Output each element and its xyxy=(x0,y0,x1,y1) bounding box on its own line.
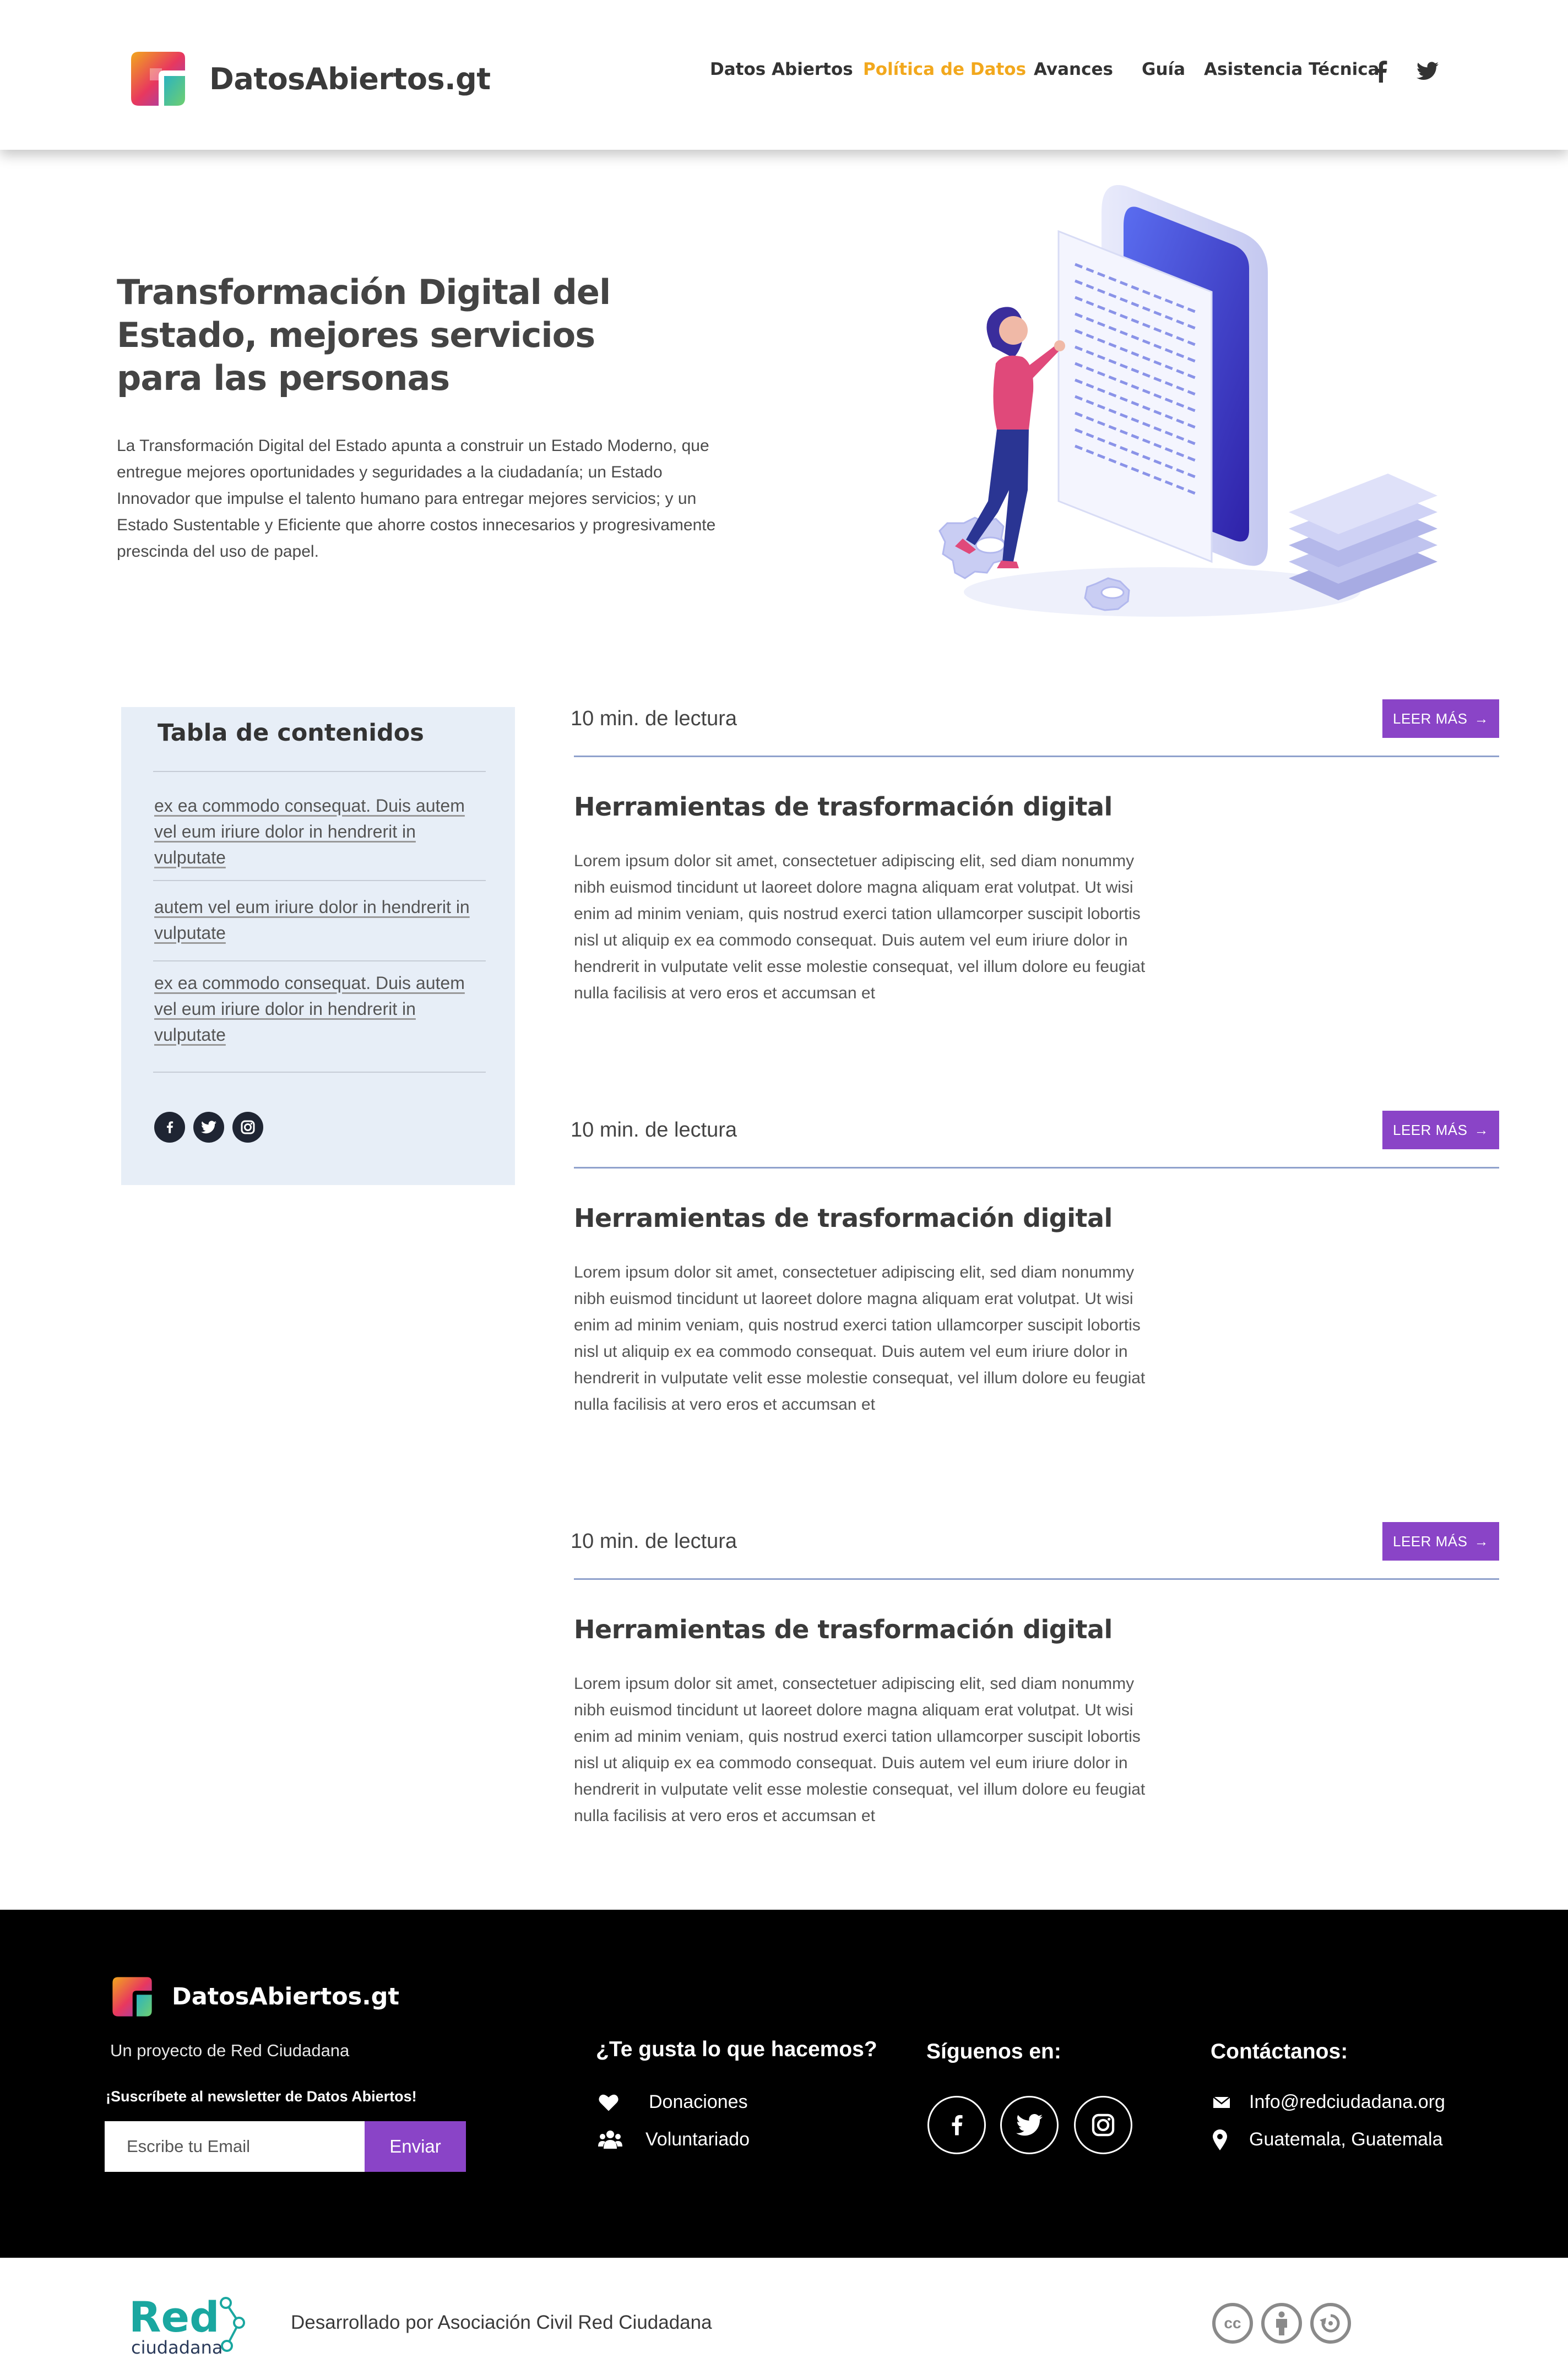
toc-divider xyxy=(153,771,486,772)
article-divider xyxy=(574,1167,1499,1169)
nav-item-guia[interactable]: Guía xyxy=(1142,59,1185,79)
nav-item-avances[interactable]: Avances xyxy=(1034,59,1113,79)
newsletter-email-input[interactable]: Escribe tu Email xyxy=(105,2121,365,2172)
footer-brand-logo[interactable]: DatosAbiertos.gt xyxy=(110,1975,399,2019)
support-heading: ¿Te gusta lo que hacemos? xyxy=(596,2037,877,2061)
footer-facebook-icon[interactable] xyxy=(927,2096,986,2154)
twitter-icon[interactable] xyxy=(1417,62,1439,80)
newsletter-label: ¡Suscríbete al newsletter de Datos Abier… xyxy=(106,2088,417,2105)
location-pin-icon xyxy=(1213,2129,1227,2150)
article-card: 10 min. de lectura LEER MÁS → Herramienta… xyxy=(571,1522,1499,1915)
svg-text:ciudadana: ciudadana xyxy=(131,2337,223,2358)
read-time: 10 min. de lectura xyxy=(571,1118,737,1142)
arrow-right-icon: → xyxy=(1474,710,1489,727)
bottom-bar: Red ciudadana Desarrollado por Asociació… xyxy=(0,2258,1568,2380)
nav-item-asistencia-tecnica[interactable]: Asistencia Técnica xyxy=(1204,59,1380,79)
svg-text:Red: Red xyxy=(129,2292,219,2341)
newsletter-send-button[interactable]: Enviar xyxy=(365,2121,466,2172)
red-ciudadana-logo[interactable]: Red ciudadana xyxy=(129,2292,250,2358)
table-of-contents: Tabla de contenidos ex ea commodo conseq… xyxy=(121,707,515,1185)
toc-divider xyxy=(153,960,486,961)
brand-logo-icon xyxy=(112,1977,152,2017)
nav-item-datos-abiertos[interactable]: Datos Abiertos xyxy=(710,59,853,79)
toc-divider xyxy=(153,1072,486,1073)
article-excerpt: Lorem ipsum dolor sit amet, consectetuer… xyxy=(574,1675,1146,1825)
footer-twitter-icon[interactable] xyxy=(1000,2096,1059,2154)
follow-heading: Síguenos en: xyxy=(926,2040,1061,2063)
read-time: 10 min. de lectura xyxy=(571,707,737,730)
donations-link[interactable]: Donaciones xyxy=(598,2091,748,2113)
hero-description: La Transformación Digital del Estado apu… xyxy=(117,437,716,561)
toc-divider xyxy=(153,880,486,881)
toc-link-2[interactable]: autem vel eum iriure dolor in hendrerit … xyxy=(154,894,485,946)
contact-heading: Contáctanos: xyxy=(1211,2040,1348,2063)
article-divider xyxy=(574,756,1499,757)
article-card: 10 min. de lectura LEER MÁS → Herramienta… xyxy=(571,699,1499,1093)
footer-instagram-icon[interactable] xyxy=(1074,2096,1132,2154)
read-time: 10 min. de lectura xyxy=(571,1530,737,1553)
arrow-right-icon: → xyxy=(1474,1533,1489,1550)
heart-icon xyxy=(599,2094,618,2111)
toc-facebook-icon[interactable] xyxy=(154,1112,185,1143)
hero-illustration xyxy=(938,185,1437,617)
hero-title: Transformación Digital del Estado, mejor… xyxy=(117,272,611,398)
read-more-button[interactable]: LEER MÁS → xyxy=(1382,1522,1499,1561)
credit-text: Desarrollado por Asociación Civil Red Ci… xyxy=(291,2312,712,2333)
read-more-button[interactable]: LEER MÁS → xyxy=(1382,699,1499,738)
facebook-icon[interactable] xyxy=(1374,61,1388,83)
article-divider xyxy=(574,1578,1499,1580)
mail-icon xyxy=(1213,2096,1230,2108)
share-alike-icon[interactable] xyxy=(1310,2303,1351,2344)
attribution-icon[interactable] xyxy=(1261,2303,1302,2344)
article-title: Herramientas de trasformación digital xyxy=(574,1203,1113,1233)
read-more-button[interactable]: LEER MÁS → xyxy=(1382,1111,1499,1149)
nav-item-politica-de-datos[interactable]: Política de Datos xyxy=(863,59,1026,79)
article-excerpt: Lorem ipsum dolor sit amet, consectetuer… xyxy=(574,852,1146,1002)
article-card: 10 min. de lectura LEER MÁS → Herramienta… xyxy=(571,1111,1499,1504)
site-footer: DatosAbiertos.gt Un proyecto de Red Ciud… xyxy=(0,1910,1568,2258)
article-title: Herramientas de trasformación digital xyxy=(574,792,1113,822)
toc-instagram-icon[interactable] xyxy=(232,1112,263,1143)
footer-tagline: Un proyecto de Red Ciudadana xyxy=(110,2041,350,2060)
cc-icon[interactable]: cc xyxy=(1212,2303,1253,2344)
volunteer-link[interactable]: Voluntariado xyxy=(598,2129,750,2150)
article-excerpt: Lorem ipsum dolor sit amet, consectetuer… xyxy=(574,1263,1146,1414)
toc-title: Tabla de contenidos xyxy=(158,719,424,747)
arrow-right-icon: → xyxy=(1474,1121,1489,1138)
toc-link-3[interactable]: ex ea commodo consequat. Duis autem vel … xyxy=(154,970,485,1048)
toc-link-1[interactable]: ex ea commodo consequat. Duis autem vel … xyxy=(154,793,485,871)
footer-brand-name: DatosAbiertos.gt xyxy=(172,1983,399,2010)
people-icon xyxy=(598,2130,622,2149)
main-nav: Datos Abiertos Política de Datos Avances… xyxy=(0,59,1568,87)
article-title: Herramientas de trasformación digital xyxy=(574,1615,1113,1644)
contact-location: Guatemala, Guatemala xyxy=(1213,2129,1443,2150)
toc-twitter-icon[interactable] xyxy=(193,1112,224,1143)
site-header: DatosAbiertos.gt Datos Abiertos Política… xyxy=(0,0,1568,150)
contact-email[interactable]: Info@redciudadana.org xyxy=(1213,2091,1445,2113)
